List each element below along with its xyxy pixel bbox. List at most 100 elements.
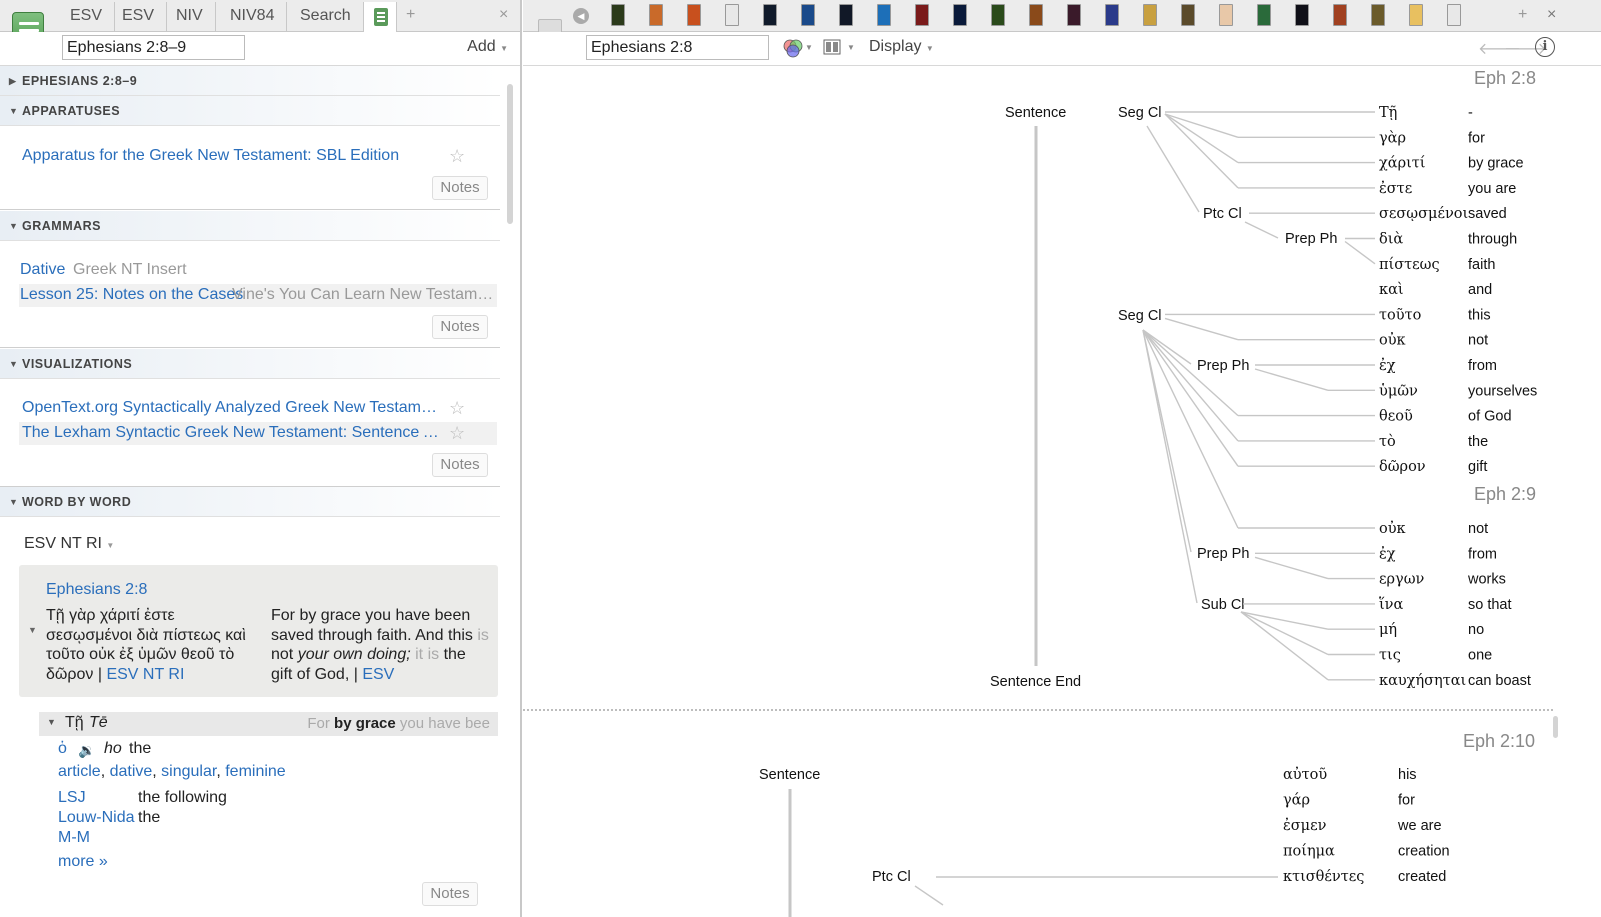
close-tab-icon[interactable]: × [499,6,508,24]
verse-reference-link[interactable]: Ephesians 2:8 [46,581,147,599]
greek-source-link[interactable]: ESV NT RI [106,666,184,683]
greek-word[interactable]: χάριτί [1379,155,1426,172]
english-text: not [271,646,294,663]
more-link[interactable]: more » [58,853,108,871]
connector [1240,611,1329,630]
seg-clause-node[interactable]: Seg Cl [1118,308,1162,324]
sub-clause-node[interactable]: Sub Cl [1201,597,1245,613]
speaker-icon[interactable]: 🔉 [78,742,95,759]
english-gloss: by grace [1468,156,1524,172]
section-grammars[interactable]: ▼ GRAMMARS [0,211,500,241]
prep-phrase-node[interactable]: Prep Ph [1285,231,1337,247]
greek-word[interactable]: κτισθέντες [1283,868,1364,885]
collapse-down-icon: ▼ [47,717,56,727]
greek-word[interactable]: ἐχ [1379,545,1396,562]
visualization-link-lexham[interactable]: The Lexham Syntactic Greek New Testament… [22,424,440,442]
resource-selector[interactable]: ESV NT RI ▼ [24,535,114,553]
notes-button[interactable]: Notes [432,176,488,200]
add-tab-icon[interactable]: + [406,6,415,24]
lexicon-link[interactable]: Louw-Nida [58,809,134,827]
scrollbar[interactable] [507,84,513,224]
greek-word[interactable]: Τῇ [1379,105,1397,121]
greek-word[interactable]: καυχήσηται [1379,673,1466,689]
tab-esv-2[interactable]: ESV [110,2,168,32]
add-label: Add [467,38,496,55]
notes-button[interactable]: Notes [432,453,488,477]
ptc-clause-node[interactable]: Ptc Cl [872,869,911,885]
tab-esv-1[interactable]: ESV [58,2,116,32]
greek-word[interactable]: ὑμῶν [1379,382,1418,399]
grammar-link-lesson25[interactable]: Lesson 25: Notes on the Cases [20,286,243,304]
notes-button[interactable]: Notes [432,315,488,339]
greek-word[interactable]: δῶρον [1379,459,1426,475]
tab-niv84[interactable]: NIV84 [218,2,288,32]
word-row[interactable]: ▼ Τῇ Tē For by grace you have bee [39,712,498,736]
greek-word[interactable]: μή [1379,622,1397,638]
english-gloss: from [1468,546,1497,562]
lemma-gloss: the [129,740,152,757]
section-visualizations[interactable]: ▼ VISUALIZATIONS [0,349,500,379]
english-gloss: created [1398,869,1446,885]
verse-reference: Eph 2:9 [1474,484,1536,504]
english-source-link[interactable]: ESV [362,666,394,683]
greek-word[interactable]: ἐστε [1379,180,1412,197]
greek-word[interactable]: ἐχ [1379,357,1396,374]
star-icon[interactable]: ☆ [449,146,465,167]
add-button[interactable]: Add ▼ [467,38,508,56]
parsing-link[interactable]: article [58,763,101,780]
greek-word[interactable]: θεοῦ [1379,409,1413,425]
lexicon-link[interactable]: LSJ [58,789,86,807]
parsing-link[interactable]: singular [161,763,216,780]
greek-word[interactable]: γὰρ [1379,130,1406,146]
greek-word[interactable]: καὶ [1379,281,1404,298]
greek-word[interactable]: διὰ [1379,232,1403,248]
greek-word[interactable]: γάρ [1283,793,1310,809]
tab-passage-guide[interactable] [363,2,397,33]
notes-button[interactable]: Notes [422,882,478,906]
reference-input[interactable] [62,35,245,60]
prep-phrase-node[interactable]: Prep Ph [1197,546,1249,562]
right-panel: ◀ + × ▼ ▼ ▼ Display ▼ 🡐 🡒 i Eph 2:8 Sent… [523,0,1601,917]
english-gloss: works [1467,572,1506,588]
greek-word[interactable]: ἵνα [1379,596,1404,613]
ptc-clause-node[interactable]: Ptc Cl [1203,206,1242,222]
english-gloss: this [1468,307,1491,323]
greek-word[interactable]: οὐκ [1379,332,1406,349]
star-icon[interactable]: ☆ [449,423,465,444]
greek-word[interactable]: σεσῳσμένοι [1379,205,1468,222]
apparatus-link[interactable]: Apparatus for the Greek New Testament: S… [22,147,422,165]
star-icon[interactable]: ☆ [449,398,465,419]
seg-clause-node[interactable]: Seg Cl [1118,105,1162,121]
word-list: Τῇ - γὰρ for χάριτί by grace ἐστε you areσεσῳσμ… [1379,105,1537,689]
tab-search[interactable]: Search [288,2,364,32]
tab-niv[interactable]: NIV [164,2,216,32]
lemma-transliteration: ho [104,740,122,757]
verse-reference: Eph 2:8 [1474,68,1536,88]
greek-word[interactable]: αὐτοῦ [1283,766,1327,783]
scrollbar[interactable] [1553,716,1558,738]
word-list: αὐτοῦ his γάρ for ἐσμεν we are ποίημα creation κ… [1283,766,1450,885]
parsing-link[interactable]: feminine [225,763,285,780]
greek-word[interactable]: οὐκ [1379,520,1406,537]
greek-word[interactable]: ἐσμεν [1283,817,1327,834]
visualization-link-opentext[interactable]: OpenText.org Syntactically Analyzed Gree… [22,399,440,417]
supplied-word: it is [415,646,440,663]
collapse-down-icon[interactable]: ▼ [28,625,37,635]
greek-word[interactable]: πίστεως [1379,256,1440,273]
collapse-right-icon: ▶ [9,76,17,86]
prep-phrase-node[interactable]: Prep Ph [1197,358,1249,374]
greek-word[interactable]: τὸ [1379,434,1396,450]
word-greek: Τῇ [65,714,84,731]
section-apparatuses[interactable]: ▼ APPARATUSES [0,96,500,126]
section-word-by-word[interactable]: ▼ WORD BY WORD [0,487,500,517]
lexicon-link[interactable]: M-M [58,829,90,847]
greek-word[interactable]: τις [1379,648,1401,664]
parsing-link[interactable]: dative [110,763,153,780]
grammar-link-dative[interactable]: Dative [20,261,65,279]
section-title: APPARATUSES [22,104,121,118]
section-passage[interactable]: ▶ EPHESIANS 2:8–9 [0,66,500,96]
greek-word[interactable]: τοῦτο [1379,307,1421,323]
greek-word[interactable]: εργων [1379,572,1425,588]
lemma-link[interactable]: ὁ [58,740,67,758]
greek-word[interactable]: ποίημα [1283,843,1335,860]
